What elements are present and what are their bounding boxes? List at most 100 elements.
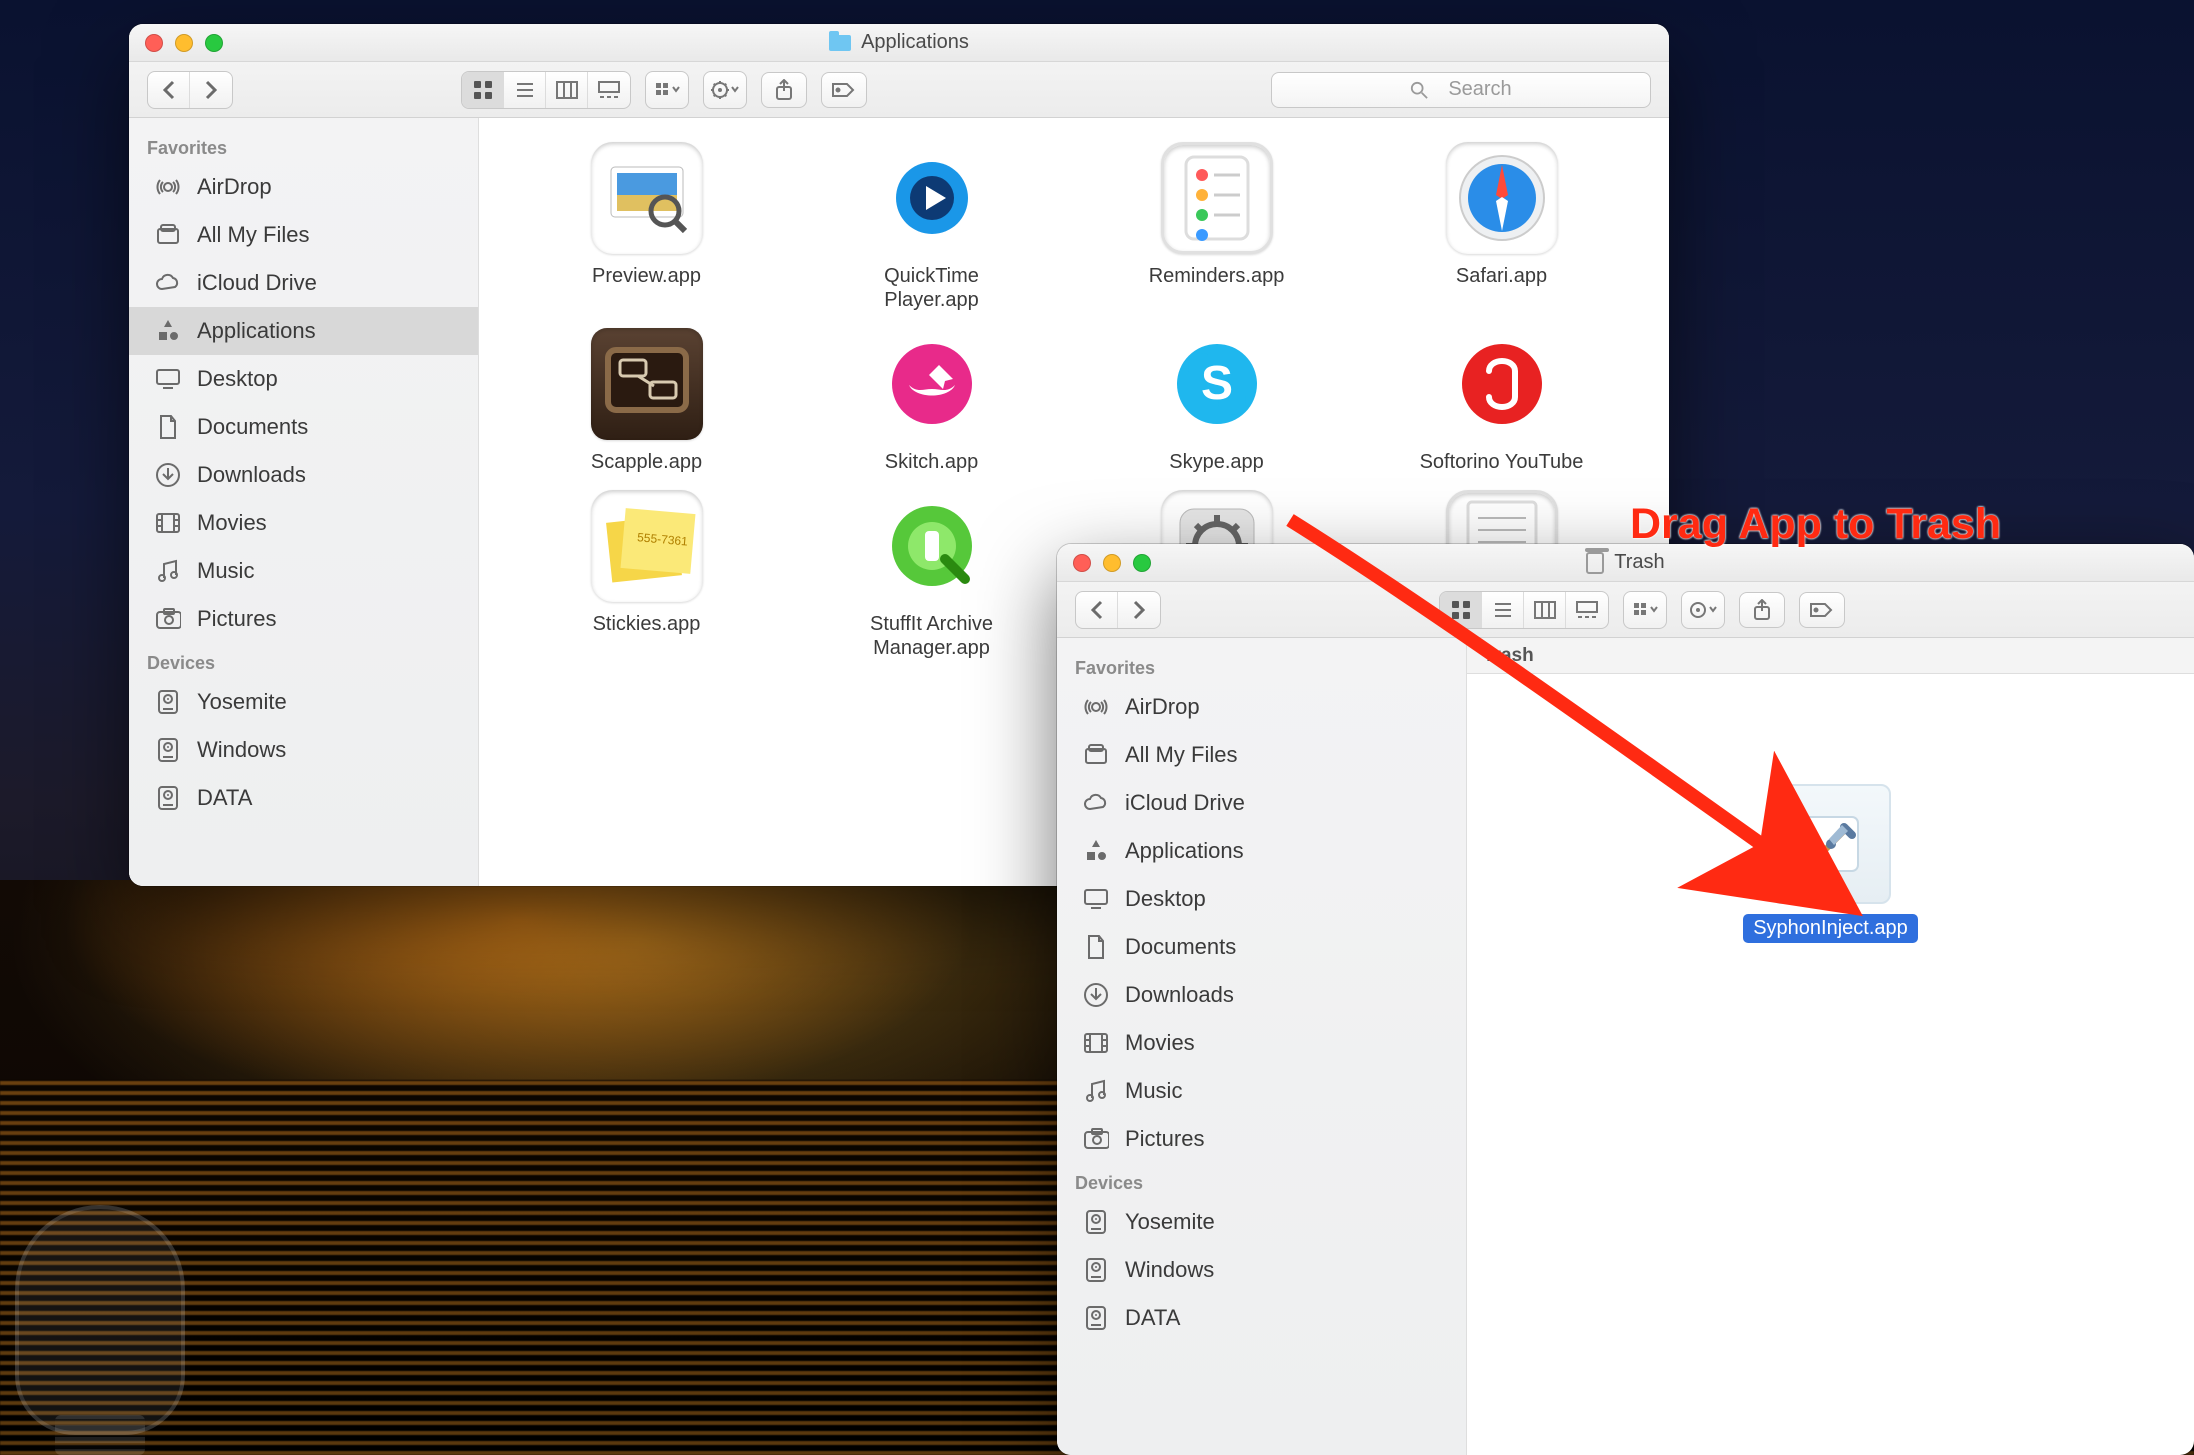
skype-icon: S	[1161, 328, 1273, 440]
action-group	[703, 71, 747, 109]
app-item-softorino-youtube[interactable]: Softorino YouTube	[1364, 328, 1639, 474]
sidebar-item-label: Yosemite	[197, 689, 287, 715]
sidebar-item-label: All My Files	[1125, 742, 1237, 768]
trash-file-item[interactable]: SyphonInject.app	[1743, 784, 1918, 943]
annotation-text: Drag App to Trash	[1630, 500, 2001, 549]
disk-icon	[1083, 1209, 1109, 1235]
app-item-stickies-app[interactable]: 555-7361Stickies.app	[509, 490, 784, 660]
toolbar: Search	[129, 62, 1669, 118]
view-gallery-button[interactable]	[588, 72, 630, 108]
sidebar-item-desktop[interactable]: Desktop	[129, 355, 478, 403]
back-button[interactable]	[148, 72, 190, 108]
sidebar-item-yosemite[interactable]: Yosemite	[129, 678, 478, 726]
back-button[interactable]	[1076, 592, 1118, 628]
sidebar-item-applications[interactable]: Applications	[129, 307, 478, 355]
rem-icon	[1161, 142, 1273, 254]
arrange-menu[interactable]	[1624, 592, 1666, 628]
movie-icon	[1083, 1030, 1109, 1056]
app-item-scapple-app[interactable]: Scapple.app	[509, 328, 784, 474]
sidebar-item-desktop[interactable]: Desktop	[1057, 875, 1466, 923]
sidebar-item-data[interactable]: DATA	[1057, 1294, 1466, 1342]
sidebar-item-documents[interactable]: Documents	[129, 403, 478, 451]
disk-icon	[1083, 1257, 1109, 1283]
sidebar-item-downloads[interactable]: Downloads	[1057, 971, 1466, 1019]
app-item-stuffit-archive-manager-app[interactable]: StuffIt Archive Manager.app	[794, 490, 1069, 660]
view-columns-button[interactable]	[1524, 592, 1566, 628]
titlebar[interactable]: Applications	[129, 24, 1669, 62]
minimize-button[interactable]	[175, 34, 193, 52]
sidebar-item-label: Pictures	[197, 606, 276, 632]
sidebar-item-all-my-files[interactable]: All My Files	[129, 211, 478, 259]
sidebar-section-devices: Devices	[129, 643, 478, 678]
share-button[interactable]	[761, 72, 807, 108]
app-item-safari-app[interactable]: Safari.app	[1364, 142, 1639, 312]
sidebar-item-windows[interactable]: Windows	[129, 726, 478, 774]
app-item-preview-app[interactable]: Preview.app	[509, 142, 784, 312]
sidebar-item-data[interactable]: DATA	[129, 774, 478, 822]
movie-icon	[155, 510, 181, 536]
forward-button[interactable]	[1118, 592, 1160, 628]
titlebar[interactable]: Trash	[1057, 544, 2194, 582]
disk-icon	[155, 689, 181, 715]
path-bar-text: Trash	[1483, 645, 1534, 667]
close-button[interactable]	[145, 34, 163, 52]
download-icon	[155, 462, 181, 488]
window-controls	[1073, 554, 1151, 572]
app-item-skype-app[interactable]: SSkype.app	[1079, 328, 1354, 474]
preview-icon	[591, 142, 703, 254]
sidebar-section-devices: Devices	[1057, 1163, 1466, 1198]
music-icon	[1083, 1078, 1109, 1104]
sidebar-item-movies[interactable]: Movies	[1057, 1019, 1466, 1067]
action-menu[interactable]	[704, 72, 746, 108]
sidebar-item-icloud-drive[interactable]: iCloud Drive	[1057, 779, 1466, 827]
sidebar-item-label: Movies	[197, 510, 267, 536]
tags-button[interactable]	[821, 72, 867, 108]
view-gallery-button[interactable]	[1566, 592, 1608, 628]
sidebar-item-downloads[interactable]: Downloads	[129, 451, 478, 499]
sidebar-item-icloud-drive[interactable]: iCloud Drive	[129, 259, 478, 307]
view-list-button[interactable]	[504, 72, 546, 108]
share-button[interactable]	[1739, 592, 1785, 628]
sidebar-section-favorites: Favorites	[129, 128, 478, 163]
tags-button[interactable]	[1799, 592, 1845, 628]
zoom-button[interactable]	[205, 34, 223, 52]
view-columns-button[interactable]	[546, 72, 588, 108]
sidebar[interactable]: Favorites AirDropAll My FilesiCloud Driv…	[129, 118, 479, 886]
arrange-menu[interactable]	[646, 72, 688, 108]
sidebar-item-airdrop[interactable]: AirDrop	[129, 163, 478, 211]
sidebar-item-pictures[interactable]: Pictures	[1057, 1115, 1466, 1163]
finder-window-trash[interactable]: Trash	[1057, 544, 2194, 1455]
forward-button[interactable]	[190, 72, 232, 108]
sidebar-item-airdrop[interactable]: AirDrop	[1057, 683, 1466, 731]
view-icons-button[interactable]	[462, 72, 504, 108]
sidebar-item-music[interactable]: Music	[1057, 1067, 1466, 1115]
scapple-icon	[591, 328, 703, 440]
view-icons-button[interactable]	[1440, 592, 1482, 628]
pic-icon	[155, 606, 181, 632]
zoom-button[interactable]	[1133, 554, 1151, 572]
content-area[interactable]: Trash	[1467, 638, 2194, 1455]
window-title: Trash	[1586, 551, 1664, 574]
minimize-button[interactable]	[1103, 554, 1121, 572]
app-item-quicktime-player-app[interactable]: QuickTime Player.app	[794, 142, 1069, 312]
close-button[interactable]	[1073, 554, 1091, 572]
app-item-skitch-app[interactable]: Skitch.app	[794, 328, 1069, 474]
sidebar-item-documents[interactable]: Documents	[1057, 923, 1466, 971]
app-item-reminders-app[interactable]: Reminders.app	[1079, 142, 1354, 312]
sidebar-item-label: Applications	[1125, 838, 1244, 864]
search-input[interactable]	[1436, 77, 1440, 102]
view-mode-group	[461, 71, 631, 109]
search-field[interactable]: Search	[1271, 72, 1651, 108]
action-menu[interactable]	[1682, 592, 1724, 628]
sidebar[interactable]: Favorites AirDropAll My FilesiCloud Driv…	[1057, 638, 1467, 1455]
sidebar-item-pictures[interactable]: Pictures	[129, 595, 478, 643]
sidebar-item-movies[interactable]: Movies	[129, 499, 478, 547]
sidebar-item-music[interactable]: Music	[129, 547, 478, 595]
sidebar-item-all-my-files[interactable]: All My Files	[1057, 731, 1466, 779]
trash-icon	[1586, 552, 1604, 574]
sidebar-item-label: iCloud Drive	[1125, 790, 1245, 816]
sidebar-item-yosemite[interactable]: Yosemite	[1057, 1198, 1466, 1246]
view-list-button[interactable]	[1482, 592, 1524, 628]
sidebar-item-applications[interactable]: Applications	[1057, 827, 1466, 875]
sidebar-item-windows[interactable]: Windows	[1057, 1246, 1466, 1294]
